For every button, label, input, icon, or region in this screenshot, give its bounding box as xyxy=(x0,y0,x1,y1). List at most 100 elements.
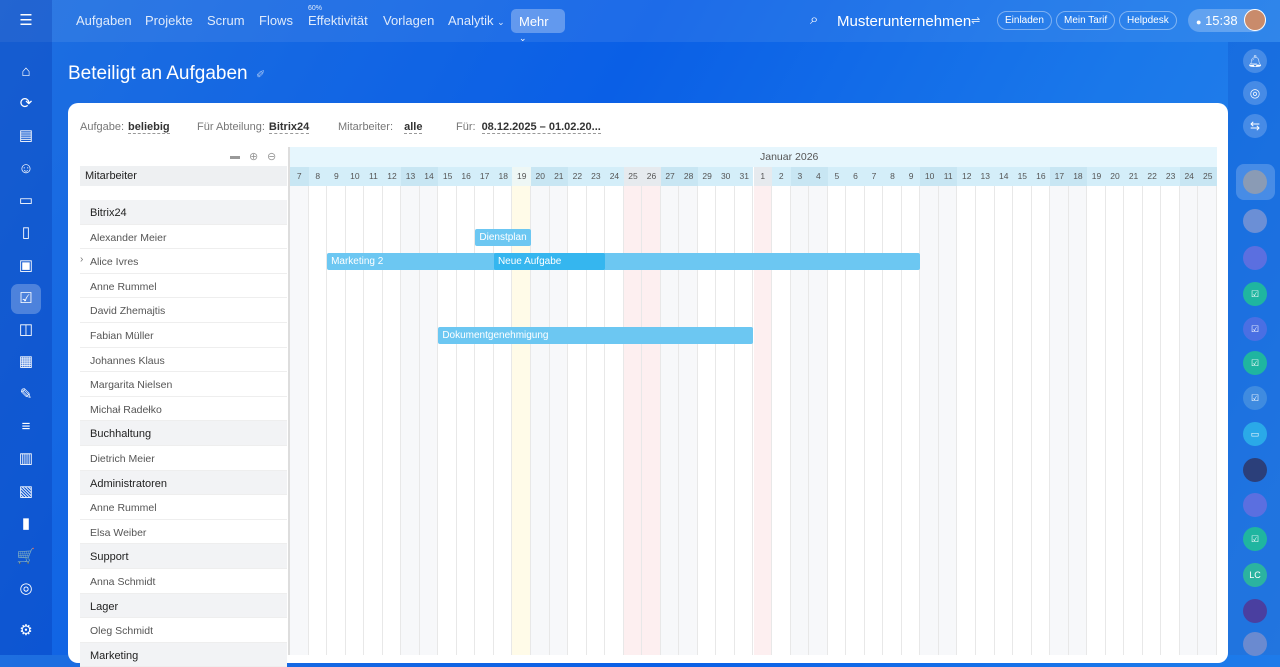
copilot-icon[interactable]: ◎ xyxy=(1243,81,1267,105)
group-row[interactable]: Bitrix24 xyxy=(80,200,287,225)
task-bar[interactable]: Neue Aufgabe xyxy=(493,253,606,271)
month-header xyxy=(290,147,1217,167)
nav-aufgaben[interactable]: Aufgaben xyxy=(76,13,132,28)
task-chat-icon[interactable]: ☑ xyxy=(1243,386,1267,410)
bell-icon[interactable]: 🔔︎ xyxy=(1243,49,1267,73)
task-chat-icon[interactable]: ☑ xyxy=(1243,527,1267,551)
nav-vorlagen[interactable]: Vorlagen xyxy=(383,13,434,28)
list-item[interactable]: Margarita Nielsen xyxy=(80,372,287,397)
list-item[interactable]: Oleg Schmidt xyxy=(80,618,287,643)
day-column xyxy=(846,167,865,655)
target-icon[interactable]: ◎ xyxy=(14,577,38,601)
contacts-icon[interactable]: ☺ xyxy=(14,157,38,181)
helpdesk-button[interactable]: Helpdesk xyxy=(1119,11,1177,30)
day-column xyxy=(697,167,717,655)
day-label: 24 xyxy=(605,167,624,186)
invite-button[interactable]: Einladen xyxy=(997,11,1052,30)
feed-icon[interactable]: ⟳ xyxy=(14,92,38,116)
sites-icon[interactable]: ▧ xyxy=(14,480,38,504)
task-chat-icon[interactable]: ☑ xyxy=(1243,282,1267,306)
list-item[interactable]: Alice Ivres xyxy=(80,249,287,274)
avatar[interactable] xyxy=(1243,246,1267,270)
day-column xyxy=(809,167,828,655)
nav-scrum[interactable]: Scrum xyxy=(207,13,245,28)
zoom-out-icon[interactable]: ⊖ xyxy=(267,150,276,163)
nav-analytik[interactable]: Analytik ⌄ xyxy=(448,13,505,28)
user-avatar[interactable] xyxy=(1244,9,1266,31)
settings-icon[interactable]: ⚙ xyxy=(14,619,38,643)
list-item[interactable]: Fabian Müller xyxy=(80,323,287,348)
task-bar[interactable]: Marketing 2 xyxy=(327,253,921,271)
list-item[interactable]: Alexander Meier xyxy=(80,225,287,250)
sign-icon[interactable]: ✎ xyxy=(14,383,38,407)
list-item[interactable]: Dietrich Meier xyxy=(80,446,287,471)
list-item[interactable]: Anne Rummel xyxy=(80,495,287,520)
crm-icon[interactable]: ▭ xyxy=(14,189,38,213)
group-row[interactable]: Support xyxy=(80,544,287,569)
company-name[interactable]: Musterunternehmen xyxy=(837,13,971,30)
day-label: 1 xyxy=(753,167,773,186)
filter-value[interactable]: 08.12.2025 – 01.02.20... xyxy=(481,121,601,134)
task-bar[interactable]: Dienstplan xyxy=(475,228,531,246)
nav-effektivitaet[interactable]: Effektivität xyxy=(308,13,368,28)
presentation-icon[interactable]: ▣ xyxy=(14,254,38,278)
day-label: 10 xyxy=(345,167,365,186)
home-icon[interactable]: ⌂ xyxy=(14,60,38,84)
nav-analytik-label: Analytik xyxy=(448,13,494,28)
nav-projekte[interactable]: Projekte xyxy=(145,13,193,28)
group-row[interactable]: Administratoren xyxy=(80,470,287,496)
avatar[interactable] xyxy=(1243,458,1267,482)
cart-icon[interactable]: 🛒 xyxy=(14,545,38,569)
filter-department[interactable]: Für Abteilung: Bitrix24 xyxy=(197,121,310,134)
list-item[interactable]: Anna Schmidt xyxy=(80,569,287,594)
chat-icon[interactable]: ▭ xyxy=(1243,422,1267,446)
filter-value[interactable]: alle xyxy=(404,121,423,134)
day-label: 27 xyxy=(660,167,680,186)
group-row[interactable]: Buchhaltung xyxy=(80,421,287,446)
search-icon[interactable]: ⌕ xyxy=(810,11,818,28)
analytics-icon[interactable]: ▮ xyxy=(14,512,38,536)
filter-period[interactable]: Für: 08.12.2025 – 01.02.20... xyxy=(456,121,601,134)
expand-chevron-icon[interactable]: › xyxy=(80,254,83,265)
task-chat-icon[interactable]: ☑ xyxy=(1243,351,1267,375)
avatar[interactable] xyxy=(1243,493,1267,517)
zoom-in-icon[interactable]: ⊕ xyxy=(249,150,258,163)
store-icon[interactable]: ▥ xyxy=(14,447,38,471)
filter-value[interactable]: beliebig xyxy=(128,121,170,134)
list-item[interactable]: Johannes Klaus xyxy=(80,348,287,373)
funnel-icon[interactable]: ≡ xyxy=(14,415,38,439)
list-item[interactable]: David Zhemajtis xyxy=(80,298,287,323)
avatar[interactable] xyxy=(1243,209,1267,233)
settings-sliders-icon[interactable]: ⇌ xyxy=(971,14,980,27)
menu-icon[interactable]: ☰ xyxy=(14,9,38,33)
day-column xyxy=(1124,167,1143,655)
chat-icon[interactable]: ◫ xyxy=(14,318,38,342)
filter-employee[interactable]: Mitarbeiter: alle xyxy=(338,121,423,134)
group-row[interactable]: Lager xyxy=(80,593,287,619)
day-column xyxy=(975,167,995,655)
avatar[interactable] xyxy=(1243,599,1267,623)
avatar[interactable] xyxy=(1243,632,1267,656)
day-column xyxy=(1068,167,1088,655)
nav-more-button[interactable]: Mehr ⌄ xyxy=(511,9,565,43)
task-chat-icon[interactable]: ☑ xyxy=(1243,317,1267,341)
avatar[interactable] xyxy=(1243,170,1267,194)
day-label: 26 xyxy=(642,167,661,186)
list-item[interactable]: Elsa Weiber xyxy=(80,520,287,545)
documents-icon[interactable]: ▤ xyxy=(14,124,38,148)
filter-value[interactable]: Bitrix24 xyxy=(268,121,310,134)
task-bar[interactable]: Dokumentgenehmigung xyxy=(438,327,754,344)
filter-task[interactable]: Aufgabe: beliebig xyxy=(80,121,170,134)
print-icon[interactable]: ▬ xyxy=(230,151,240,162)
docs-icon[interactable]: ▯ xyxy=(14,221,38,245)
calendar-icon[interactable]: ▦ xyxy=(14,350,38,374)
tasks-icon[interactable]: ☑ xyxy=(11,284,41,314)
tariff-button[interactable]: Mein Tarif xyxy=(1056,11,1116,30)
list-item[interactable]: Michał Radełko xyxy=(80,397,287,422)
pin-icon[interactable]: ✐ xyxy=(256,68,265,81)
list-item[interactable]: Anne Rummel xyxy=(80,274,287,299)
messenger-icon[interactable]: ⇆ xyxy=(1243,114,1267,138)
nav-flows[interactable]: Flows xyxy=(259,13,293,28)
day-label: 2 xyxy=(772,167,791,186)
avatar[interactable]: LC xyxy=(1243,563,1267,587)
